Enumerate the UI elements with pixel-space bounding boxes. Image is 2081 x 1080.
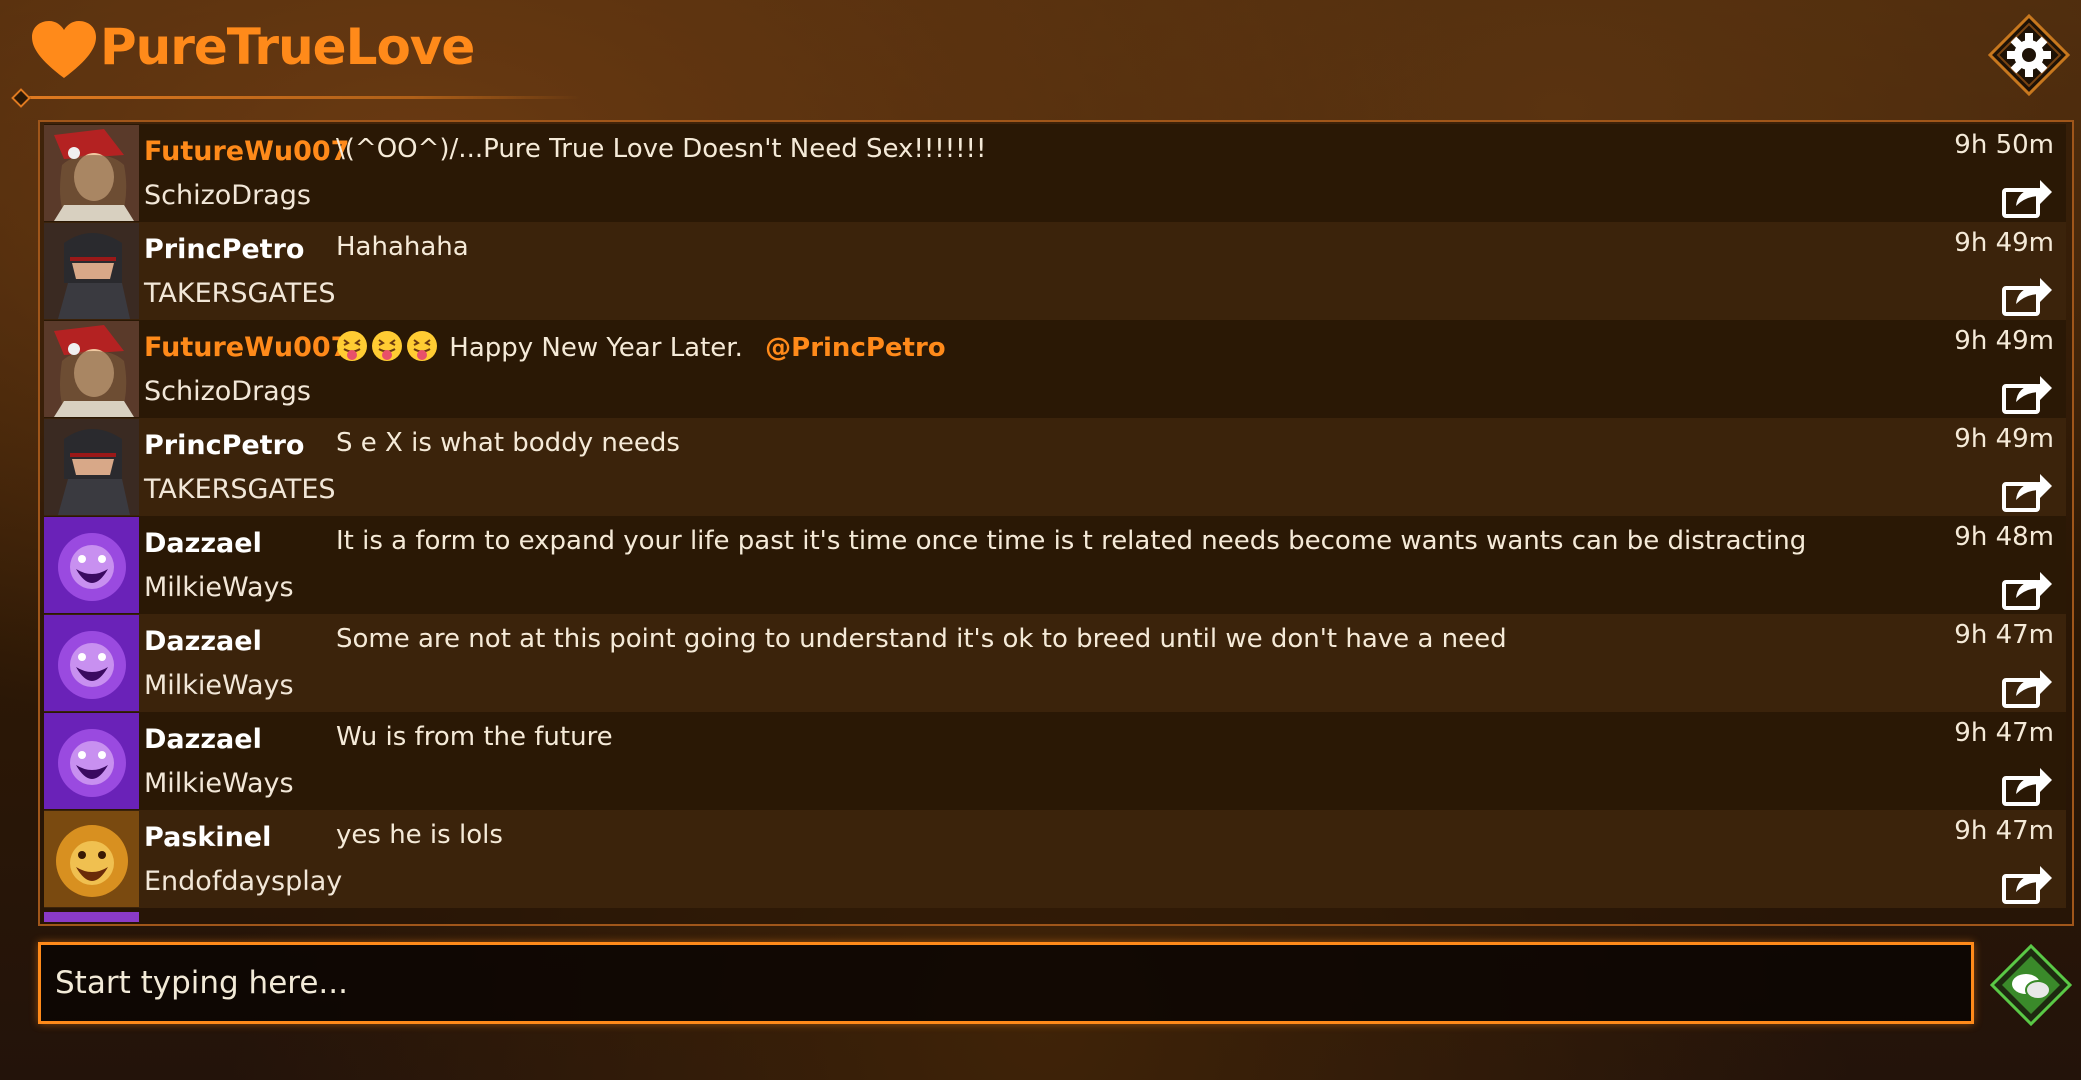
tongue-out-emoji-icon <box>337 331 367 361</box>
share-icon[interactable] <box>2002 666 2054 708</box>
tongue-out-emoji-icon <box>407 331 437 361</box>
chat-header: PureTrueLove <box>0 0 2081 120</box>
tongue-out-emoji-icon <box>372 331 402 361</box>
chat-input[interactable] <box>41 945 1971 1021</box>
share-icon[interactable] <box>2002 764 2054 806</box>
guild-name: Endofdaysplay <box>144 866 343 897</box>
username[interactable]: FutureWu007 <box>144 332 349 363</box>
message-text: S e X is what boddy needs <box>336 428 680 458</box>
avatar[interactable] <box>44 321 139 417</box>
username[interactable]: Paskinel <box>144 822 271 853</box>
chat-message: PrincPetro TAKERSGATES Hahahaha 9h 49m <box>44 222 2066 320</box>
chat-message-list[interactable]: FutureWu007 SchizoDrags \(^OO^)/...Pure … <box>38 120 2074 926</box>
guild-name: MilkieWays <box>144 670 294 701</box>
message-text: It is a form to expand your life past it… <box>336 526 1807 556</box>
message-text-body: Happy New Year Later. <box>449 333 743 363</box>
share-icon[interactable] <box>2002 372 2054 414</box>
message-timestamp: 9h 49m <box>1954 228 2054 258</box>
chat-message: Dazzael MilkieWays It is a form to expan… <box>44 516 2066 614</box>
chat-message: Dazzael MilkieWays Some are not at this … <box>44 614 2066 712</box>
username[interactable]: Dazzael <box>144 724 262 755</box>
guild-name: MilkieWays <box>144 768 294 799</box>
message-timestamp: 9h 47m <box>1954 718 2054 748</box>
message-timestamp: 9h 49m <box>1954 326 2054 356</box>
avatar[interactable] <box>44 419 139 515</box>
user-mention[interactable]: @PrincPetro <box>765 333 946 363</box>
avatar[interactable] <box>44 223 139 319</box>
send-chat-icon[interactable] <box>1990 944 2072 1026</box>
message-timestamp: 9h 50m <box>1954 130 2054 160</box>
chat-message: Paskinel Endofdaysplay yes he is lols 9h… <box>44 810 2066 908</box>
message-timestamp: 9h 47m <box>1954 620 2054 650</box>
avatar[interactable] <box>44 125 139 221</box>
avatar[interactable] <box>44 811 139 907</box>
username[interactable]: PrincPetro <box>144 430 304 461</box>
username[interactable]: Dazzael <box>144 626 262 657</box>
message-text: Some are not at this point going to unde… <box>336 624 1507 654</box>
chat-message: FutureWu007 SchizoDrags \(^OO^)/...Pure … <box>44 124 2066 222</box>
username[interactable]: PrincPetro <box>144 234 304 265</box>
share-icon[interactable] <box>2002 862 2054 904</box>
share-icon[interactable] <box>2002 176 2054 218</box>
message-timestamp: 9h 48m <box>1954 522 2054 552</box>
guild-name: SchizoDrags <box>144 180 311 211</box>
guild-name: TAKERSGATES <box>144 278 336 309</box>
guild-name: MilkieWays <box>144 572 294 603</box>
avatar[interactable] <box>44 517 139 613</box>
message-text: \(^OO^)/...Pure True Love Doesn't Need S… <box>336 134 987 164</box>
guild-name: TAKERSGATES <box>144 474 336 505</box>
header-divider-ornament <box>11 88 31 108</box>
avatar[interactable] <box>44 615 139 711</box>
chat-input-container <box>38 942 1974 1024</box>
message-timestamp: 9h 49m <box>1954 424 2054 454</box>
gear-icon[interactable] <box>1988 14 2070 96</box>
message-text: Hahahaha <box>336 232 469 262</box>
username[interactable]: FutureWu007 <box>144 136 349 167</box>
chat-message: FutureWu007 SchizoDrags Happy New Year L… <box>44 320 2066 418</box>
guild-name: SchizoDrags <box>144 376 311 407</box>
avatar[interactable] <box>44 713 139 809</box>
message-text: Happy New Year Later. @PrincPetro <box>336 330 946 363</box>
username[interactable]: Dazzael <box>144 528 262 559</box>
app-title: PureTrueLove <box>100 18 475 76</box>
message-text: yes he is lols <box>336 820 503 850</box>
message-timestamp: 9h 47m <box>1954 816 2054 846</box>
share-icon[interactable] <box>2002 568 2054 610</box>
chat-message: Dazzael MilkieWays Wu is from the future… <box>44 712 2066 810</box>
header-divider <box>20 96 580 99</box>
heart-icon <box>32 21 96 78</box>
message-text: Wu is from the future <box>336 722 613 752</box>
share-icon[interactable] <box>2002 470 2054 512</box>
chat-message: PrincPetro TAKERSGATES S e X is what bod… <box>44 418 2066 516</box>
partial-next-avatar <box>44 912 139 922</box>
share-icon[interactable] <box>2002 274 2054 316</box>
